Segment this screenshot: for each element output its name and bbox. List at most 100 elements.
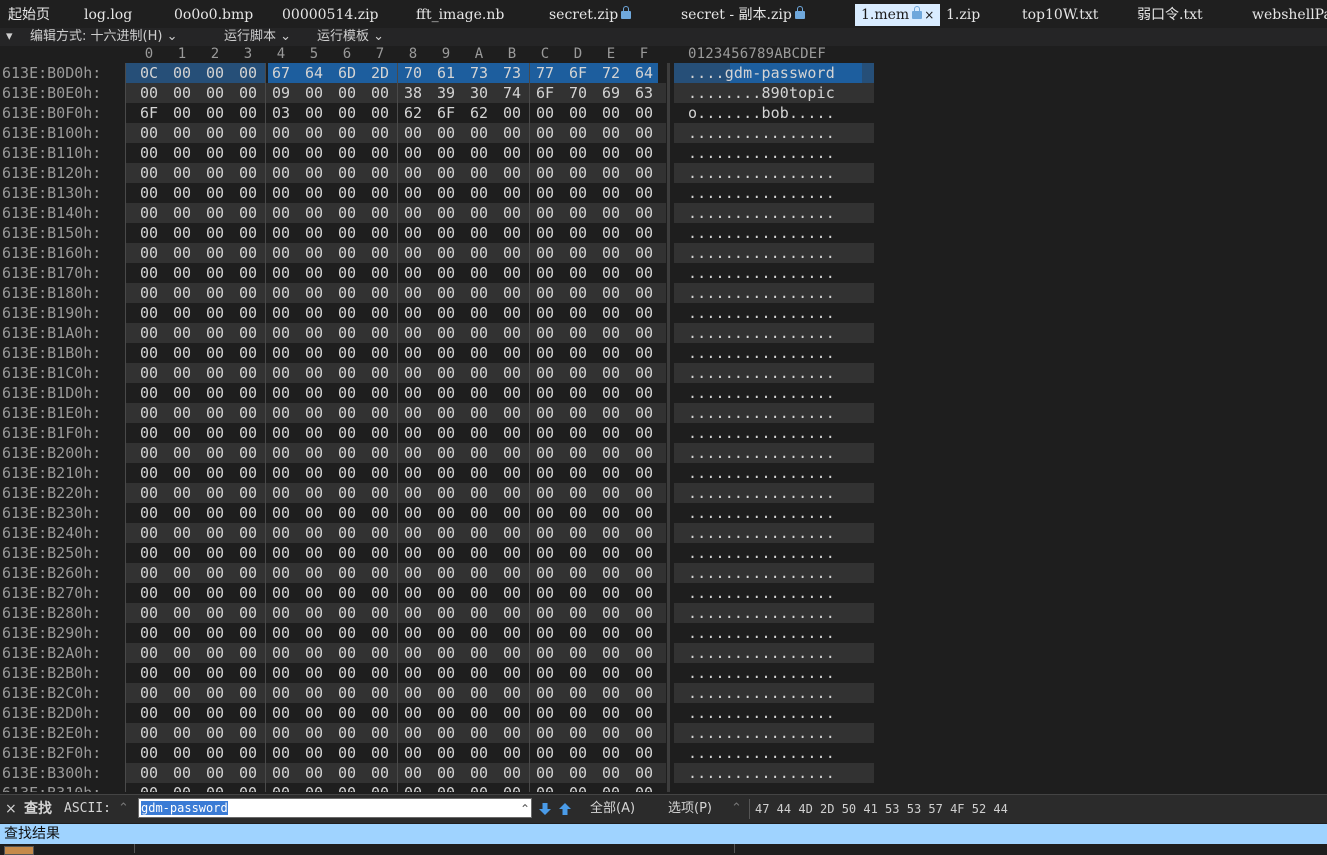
hex-byte[interactable]: 00 (201, 303, 229, 323)
hex-byte[interactable]: 00 (366, 763, 394, 783)
hex-byte[interactable]: 00 (465, 223, 493, 243)
hex-byte[interactable]: 00 (168, 163, 196, 183)
hex-byte[interactable]: 00 (399, 363, 427, 383)
hex-byte[interactable]: 00 (366, 443, 394, 463)
hex-byte[interactable]: 00 (234, 143, 262, 163)
hex-byte[interactable]: 00 (201, 763, 229, 783)
hex-byte[interactable]: 00 (300, 403, 328, 423)
hex-byte[interactable]: 00 (399, 683, 427, 703)
hex-byte[interactable]: 00 (168, 523, 196, 543)
tab-11[interactable]: webshellPa (1246, 4, 1327, 26)
hex-byte[interactable]: 00 (564, 623, 592, 643)
hex-byte[interactable]: 00 (597, 563, 625, 583)
hex-row[interactable]: 613E:B170h: 00 00 00 00 00 00 00 00 00 00 00 00 00 00 0… (0, 263, 900, 283)
hex-byte[interactable]: 00 (300, 283, 328, 303)
hex-byte[interactable]: 00 (366, 743, 394, 763)
hex-byte[interactable]: 64 (630, 63, 658, 83)
hex-byte[interactable]: 00 (399, 463, 427, 483)
hex-byte[interactable]: 00 (399, 343, 427, 363)
hex-byte[interactable]: 00 (201, 683, 229, 703)
hex-byte[interactable]: 00 (498, 463, 526, 483)
hex-byte[interactable]: 00 (234, 403, 262, 423)
hex-byte[interactable]: 00 (168, 603, 196, 623)
hex-byte[interactable]: 00 (333, 763, 361, 783)
hex-byte[interactable]: 73 (498, 63, 526, 83)
hex-row[interactable]: 613E:B150h: 00 00 00 00 00 00 00 00 00 00 00 00 00 00 0… (0, 223, 900, 243)
hex-byte[interactable]: 00 (300, 463, 328, 483)
hex-byte[interactable]: 00 (597, 643, 625, 663)
hex-byte[interactable]: 00 (267, 703, 295, 723)
hex-row[interactable]: 613E:B2F0h: 00 00 00 00 00 00 00 00 00 00 00 00 00 00 0… (0, 743, 900, 763)
hex-byte[interactable]: 00 (201, 183, 229, 203)
hex-byte[interactable]: 00 (432, 563, 460, 583)
collapse-toolbar-icon[interactable]: ▾ (6, 28, 13, 46)
hex-byte[interactable]: 00 (465, 283, 493, 303)
hex-byte[interactable]: 00 (366, 723, 394, 743)
hex-byte[interactable]: 00 (399, 443, 427, 463)
hex-byte[interactable]: 38 (399, 83, 427, 103)
hex-byte[interactable]: 00 (531, 683, 559, 703)
hex-byte[interactable]: 00 (630, 583, 658, 603)
hex-byte[interactable]: 00 (135, 243, 163, 263)
hex-byte[interactable]: 09 (267, 83, 295, 103)
hex-byte[interactable]: 00 (267, 303, 295, 323)
hex-byte[interactable]: 72 (597, 63, 625, 83)
hex-byte[interactable]: 00 (498, 543, 526, 563)
hex-byte[interactable]: 00 (630, 783, 658, 792)
hex-byte[interactable]: 00 (267, 223, 295, 243)
hex-byte[interactable]: 00 (399, 663, 427, 683)
hex-byte[interactable]: 00 (300, 563, 328, 583)
hex-byte[interactable]: 00 (300, 503, 328, 523)
hex-byte[interactable]: 00 (597, 243, 625, 263)
hex-row[interactable]: 613E:B1F0h: 00 00 00 00 00 00 00 00 00 00 00 00 00 00 0… (0, 423, 900, 443)
hex-byte[interactable]: 00 (531, 723, 559, 743)
hex-byte[interactable]: 00 (465, 363, 493, 383)
hex-byte[interactable]: 00 (432, 143, 460, 163)
ascii-text[interactable]: ................ (688, 203, 835, 223)
edit-mode-dropdown[interactable]: 编辑方式: 十六进制(H) ⌄ (30, 28, 177, 46)
hex-byte[interactable]: 00 (135, 403, 163, 423)
hex-byte[interactable]: 00 (564, 583, 592, 603)
hex-byte[interactable]: 00 (234, 323, 262, 343)
hex-byte[interactable]: 00 (366, 223, 394, 243)
hex-byte[interactable]: 00 (333, 423, 361, 443)
hex-byte[interactable]: 00 (498, 503, 526, 523)
hex-byte[interactable]: 00 (432, 463, 460, 483)
hex-byte[interactable]: 00 (267, 363, 295, 383)
hex-row[interactable]: 613E:B1D0h: 00 00 00 00 00 00 00 00 00 00 00 00 00 00 0… (0, 383, 900, 403)
hex-byte[interactable]: 00 (399, 303, 427, 323)
hex-byte[interactable]: 00 (168, 763, 196, 783)
hex-byte[interactable]: 00 (201, 363, 229, 383)
hex-byte[interactable]: 00 (168, 623, 196, 643)
hex-byte[interactable]: 00 (201, 543, 229, 563)
hex-byte[interactable]: 00 (432, 263, 460, 283)
ascii-text[interactable]: ................ (688, 363, 835, 383)
hex-byte[interactable]: 00 (498, 723, 526, 743)
hex-byte[interactable]: 00 (597, 683, 625, 703)
hex-byte[interactable]: 00 (300, 583, 328, 603)
hex-byte[interactable]: 00 (630, 483, 658, 503)
hex-byte[interactable]: 67 (267, 63, 295, 83)
hex-byte[interactable]: 00 (300, 783, 328, 792)
run-script-dropdown[interactable]: 运行脚本 ⌄ (224, 28, 291, 46)
hex-byte[interactable]: 00 (498, 103, 526, 123)
hex-byte[interactable]: 00 (333, 123, 361, 143)
hex-byte[interactable]: 00 (630, 563, 658, 583)
hex-byte[interactable]: 00 (333, 163, 361, 183)
hex-byte[interactable]: 00 (465, 423, 493, 443)
hex-byte[interactable]: 00 (564, 303, 592, 323)
tab-4[interactable]: fft_image.nb (410, 4, 510, 26)
hex-byte[interactable]: 00 (531, 643, 559, 663)
hex-byte[interactable]: 00 (201, 463, 229, 483)
hex-byte[interactable]: 00 (366, 483, 394, 503)
hex-byte[interactable]: 00 (135, 703, 163, 723)
hex-byte[interactable]: 00 (366, 523, 394, 543)
hex-byte[interactable]: 00 (432, 223, 460, 243)
hex-byte[interactable]: 00 (201, 103, 229, 123)
hex-byte[interactable]: 00 (201, 383, 229, 403)
hex-byte[interactable]: 00 (432, 183, 460, 203)
hex-byte[interactable]: 00 (168, 483, 196, 503)
hex-byte[interactable]: 00 (234, 503, 262, 523)
hex-byte[interactable]: 00 (432, 423, 460, 443)
hex-byte[interactable]: 00 (465, 203, 493, 223)
